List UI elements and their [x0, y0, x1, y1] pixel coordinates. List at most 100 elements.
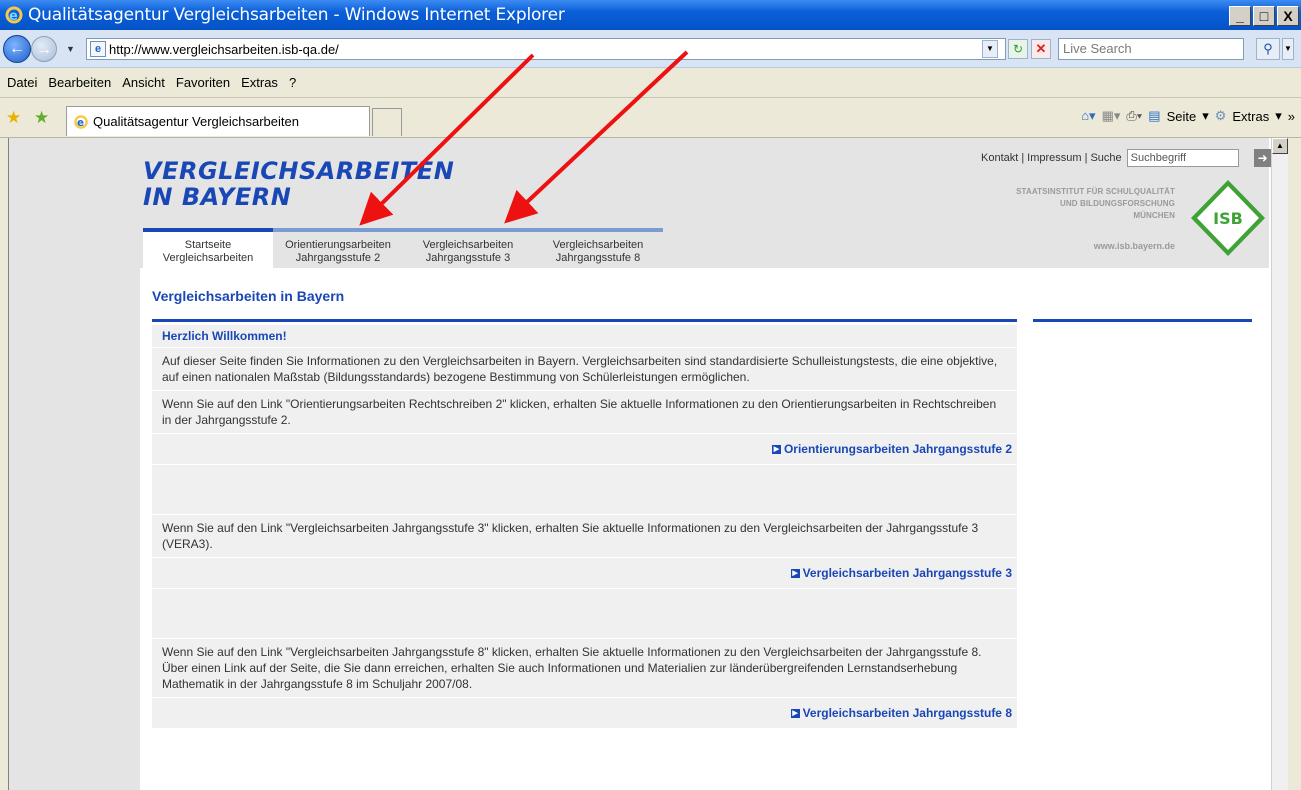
live-search-input[interactable]: Live Search — [1058, 38, 1244, 60]
address-toolbar: ← → ▼ e http://www.vergleichsarbeiten.is… — [0, 30, 1301, 68]
tab-label: Qualitätsagentur Vergleichsarbeiten — [93, 114, 299, 129]
command-bar: ⌂▾ ▦▾ ⎙▾ ▤ Seite ▾ ⚙ Extras ▾ » — [1081, 108, 1295, 124]
address-bar[interactable]: e http://www.vergleichsarbeiten.isb-qa.d… — [86, 38, 1006, 60]
separator: | — [1021, 152, 1025, 164]
link-row-3: ▶ Vergleichsarbeiten Jahrgangsstufe 3 — [152, 558, 1017, 589]
print-icon[interactable]: ⎙▾ — [1126, 108, 1142, 124]
page-menu-button[interactable]: Seite — [1167, 109, 1197, 124]
nav-tab-orientierung-2[interactable]: Orientierungsarbeiten Jahrgangsstufe 2 — [273, 228, 403, 268]
nav-tab-startseite-line2: Vergleichsarbeiten — [162, 252, 254, 264]
tools-menu-button[interactable]: Extras — [1232, 109, 1269, 124]
intro-paragraph: Auf dieser Seite finden Sie Informatione… — [152, 348, 1017, 391]
search-icon: ⚲ — [1263, 41, 1273, 56]
nav-tab-startseite-line1: Startseite — [184, 239, 232, 251]
nav-tab-vergleich-3[interactable]: Vergleichsarbeiten Jahrgangsstufe 3 — [403, 228, 533, 268]
spacer-row — [152, 589, 1017, 639]
menu-ansicht[interactable]: Ansicht — [122, 75, 165, 90]
menu-help[interactable]: ? — [289, 75, 296, 90]
link-orientierung-2[interactable]: Orientierungsarbeiten Jahrgangsstufe 2 — [784, 442, 1012, 456]
forward-button[interactable]: → — [31, 36, 57, 62]
link-arrow-icon: ▶ — [790, 709, 800, 719]
menu-bearbeiten[interactable]: Bearbeiten — [48, 75, 111, 90]
add-favorite-icon[interactable]: ★ — [34, 108, 49, 128]
svg-text:e: e — [77, 117, 84, 129]
separator: | — [1084, 152, 1088, 164]
stop-button[interactable]: ✕ — [1031, 39, 1051, 59]
page-viewport: VERGLEICHSARBEITEN IN BAYERN Startseite … — [8, 138, 1288, 790]
welcome-heading: Herzlich Willkommen! — [152, 325, 1017, 348]
paragraph-vergleich-3: Wenn Sie auf den Link "Vergleichsarbeite… — [152, 515, 1017, 558]
isb-institute-name: STAATSINSTITUT FÜR SCHULQUALITÄT UND BIL… — [999, 186, 1175, 222]
feeds-icon[interactable]: ▦▾ — [1102, 108, 1121, 124]
top-links: Kontakt | Impressum | Suche Suchbegriff ➜ — [981, 149, 1272, 167]
site-nav: Startseite Vergleichsarbeiten Orientieru… — [143, 228, 663, 268]
page-menu-icon: ▤ — [1148, 108, 1161, 123]
arrow-right-icon: ➜ — [1257, 151, 1268, 165]
scroll-up-button[interactable]: ▲ — [1272, 138, 1288, 154]
kontakt-link[interactable]: Kontakt — [981, 152, 1018, 164]
tools-menu-chevron-icon: ▾ — [1275, 108, 1282, 123]
impressum-link[interactable]: Impressum — [1027, 152, 1081, 164]
page-title: Vergleichsarbeiten in Bayern — [152, 288, 345, 304]
favorites-star-icon[interactable]: ★ — [6, 108, 21, 128]
more-chevron-icon[interactable]: » — [1288, 109, 1295, 124]
nav-tab-vergleich-8[interactable]: Vergleichsarbeiten Jahrgangsstufe 8 — [533, 228, 663, 268]
site-logo[interactable]: VERGLEICHSARBEITEN IN BAYERN — [143, 158, 454, 210]
nav-tab-orientierung-2-line1: Orientierungsarbeiten — [285, 239, 391, 251]
site-search-input[interactable]: Suchbegriff — [1126, 149, 1239, 167]
menu-datei[interactable]: Datei — [7, 75, 37, 90]
forward-arrow-icon: → — [36, 41, 52, 58]
nav-tab-vergleich-3-line2: Jahrgangsstufe 3 — [425, 252, 511, 264]
maximize-button[interactable]: □ — [1253, 6, 1275, 26]
paragraph-vergleich-8: Wenn Sie auf den Link "Vergleichsarbeite… — [152, 639, 1017, 698]
link-vergleich-8[interactable]: Vergleichsarbeiten Jahrgangsstufe 8 — [803, 706, 1012, 720]
menu-favoriten[interactable]: Favoriten — [176, 75, 230, 90]
suche-label: Suche — [1090, 152, 1122, 164]
back-button[interactable]: ← — [3, 35, 31, 63]
window-titlebar: e Qualitätsagentur Vergleichsarbeiten - … — [0, 0, 1301, 30]
nav-tab-vergleich-8-line2: Jahrgangsstufe 8 — [555, 252, 641, 264]
main-divider — [152, 319, 1017, 322]
link-row-2: ▶ Orientierungsarbeiten Jahrgangsstufe 2 — [152, 434, 1017, 465]
nav-tab-vergleich-8-line1: Vergleichsarbeiten — [552, 239, 644, 251]
page-icon: e — [90, 41, 106, 57]
link-row-8: ▶ Vergleichsarbeiten Jahrgangsstufe 8 — [152, 698, 1017, 729]
nav-tab-startseite[interactable]: Startseite Vergleichsarbeiten — [143, 228, 273, 268]
left-margin — [9, 138, 140, 790]
vertical-scrollbar[interactable]: ▲ — [1271, 138, 1288, 790]
isb-logo-icon[interactable]: ISB — [1189, 178, 1267, 258]
address-dropdown-button[interactable]: ▼ — [982, 40, 998, 58]
svg-text:ISB: ISB — [1213, 209, 1243, 228]
search-button[interactable]: ⚲ — [1256, 38, 1280, 60]
nav-tab-vergleich-3-line1: Vergleichsarbeiten — [422, 239, 514, 251]
page-menu-chevron-icon: ▾ — [1202, 108, 1209, 123]
link-arrow-icon: ▶ — [771, 445, 781, 455]
refresh-button[interactable]: ↻ — [1008, 39, 1028, 59]
search-options-dropdown[interactable]: ▼ — [1282, 38, 1294, 60]
site-search-go-button[interactable]: ➜ — [1253, 149, 1272, 167]
sidebar-divider — [1033, 319, 1252, 322]
close-button[interactable]: X — [1277, 6, 1299, 26]
tab-ie-icon: e — [74, 114, 88, 129]
spacer-row — [152, 465, 1017, 515]
tab-bar: ★ ★ e Qualitätsagentur Vergleichsarbeite… — [0, 98, 1301, 138]
menu-extras[interactable]: Extras — [241, 75, 278, 90]
home-icon[interactable]: ⌂▾ — [1081, 108, 1095, 124]
stop-icon: ✕ — [1035, 41, 1047, 56]
paragraph-orientierung-2: Wenn Sie auf den Link "Orientierungsarbe… — [152, 391, 1017, 434]
window-title: Qualitätsagentur Vergleichsarbeiten - Wi… — [28, 5, 565, 25]
link-arrow-icon: ▶ — [790, 569, 800, 579]
ie-logo-icon: e — [5, 6, 23, 24]
main-content: Herzlich Willkommen! Auf dieser Seite fi… — [152, 325, 1017, 729]
isb-line-2: UND BILDUNGSFORSCHUNG — [1060, 199, 1175, 208]
minimize-button[interactable]: _ — [1229, 6, 1251, 26]
isb-website[interactable]: www.isb.bayern.de — [1049, 241, 1175, 251]
new-tab-button[interactable] — [372, 108, 402, 136]
logo-line-2: IN BAYERN — [143, 183, 292, 211]
link-vergleich-3[interactable]: Vergleichsarbeiten Jahrgangsstufe 3 — [803, 566, 1012, 580]
isb-line-3: MÜNCHEN — [1133, 211, 1175, 220]
tools-gear-icon: ⚙ — [1214, 108, 1227, 123]
history-dropdown-icon[interactable]: ▼ — [66, 44, 75, 54]
browser-tab-active[interactable]: e Qualitätsagentur Vergleichsarbeiten — [66, 106, 370, 136]
back-arrow-icon: ← — [9, 40, 25, 57]
